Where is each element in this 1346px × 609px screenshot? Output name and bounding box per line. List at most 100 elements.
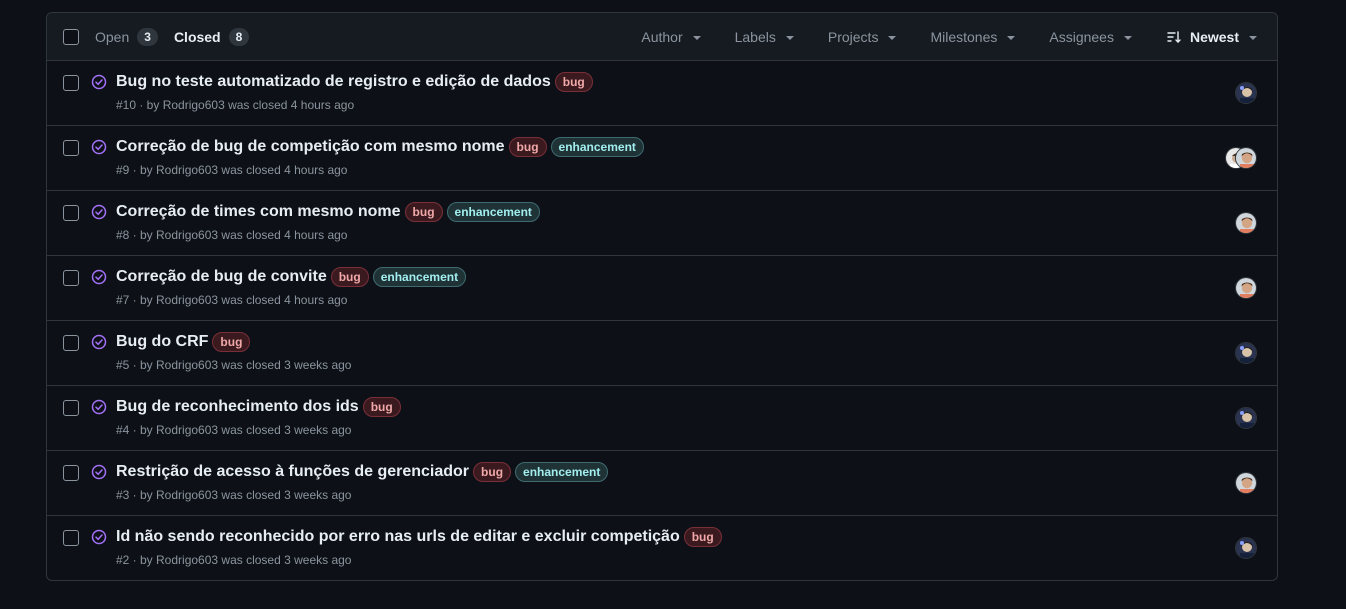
issue-row[interactable]: Correção de times com mesmo nome bug enha…	[47, 191, 1277, 256]
issue-main: Correção de times com mesmo nome bug enha…	[116, 202, 1197, 242]
label-enhancement[interactable]: enhancement	[446, 202, 540, 222]
issue-checkbox[interactable]	[63, 465, 79, 481]
issue-row[interactable]: Id não sendo reconhecido por erro nas ur…	[47, 516, 1277, 580]
open-tab-label: Open	[95, 28, 130, 45]
issue-title[interactable]: Correção de bug de competição com mesmo …	[116, 138, 505, 156]
issue-title-line: Bug do CRF bug	[116, 332, 1197, 352]
issue-meta: #9 · by Rodrigo603 was closed 4 hours ag…	[116, 163, 348, 177]
issue-main: Bug de reconhecimento dos ids bug #4 · b…	[116, 397, 1197, 437]
issue-closed-icon	[91, 334, 107, 350]
assignee-avatar[interactable]	[1235, 537, 1257, 559]
chevron-down-icon	[692, 35, 701, 40]
issue-meta: #7 · by Rodrigo603 was closed 4 hours ag…	[116, 293, 348, 307]
label-bug[interactable]: bug	[473, 462, 512, 482]
assignees	[1235, 537, 1257, 559]
assignee-avatar[interactable]	[1235, 212, 1257, 234]
issue-closed-icon	[91, 399, 107, 415]
issue-meta: #10 · by Rodrigo603 was closed 4 hours a…	[116, 98, 355, 112]
issue-main: Restrição de acesso à funções de gerenci…	[116, 462, 1197, 502]
issue-title[interactable]: Bug no teste automatizado de registro e …	[116, 73, 551, 91]
label-enhancement[interactable]: enhancement	[515, 462, 609, 482]
issue-closed-icon	[91, 74, 107, 90]
open-tab[interactable]: Open 3	[95, 27, 158, 46]
issue-meta: #8 · by Rodrigo603 was closed 4 hours ag…	[116, 228, 348, 242]
issue-checkbox[interactable]	[63, 140, 79, 156]
issue-row[interactable]: Bug de reconhecimento dos ids bug #4 · b…	[47, 386, 1277, 451]
issue-list: Bug no teste automatizado de registro e …	[47, 61, 1277, 580]
assignees	[1235, 342, 1257, 364]
assignee-avatar[interactable]	[1235, 82, 1257, 104]
assignees	[1235, 212, 1257, 234]
issue-checkbox[interactable]	[63, 335, 79, 351]
milestones-filter[interactable]: Milestones	[930, 29, 1016, 45]
label-bug[interactable]: bug	[404, 202, 443, 222]
sort-dropdown[interactable]: Newest	[1166, 29, 1257, 45]
issue-row[interactable]: Bug no teste automatizado de registro e …	[47, 61, 1277, 126]
assignees-filter[interactable]: Assignees	[1049, 29, 1132, 45]
assignee-avatar[interactable]	[1235, 342, 1257, 364]
label-bug[interactable]: bug	[554, 72, 593, 92]
issue-main: Id não sendo reconhecido por erro nas ur…	[116, 527, 1197, 567]
issue-row[interactable]: Correção de bug de competição com mesmo …	[47, 126, 1277, 191]
assignees	[1235, 407, 1257, 429]
issue-checkbox[interactable]	[63, 270, 79, 286]
select-all-checkbox[interactable]	[63, 28, 79, 45]
label-enhancement[interactable]: enhancement	[372, 267, 467, 287]
issue-title-line: Bug no teste automatizado de registro e …	[116, 72, 1197, 92]
sort-desc-icon	[1166, 29, 1182, 45]
issue-title[interactable]: Correção de bug de convite	[116, 268, 327, 286]
issue-closed-icon	[91, 464, 107, 480]
issue-title-line: Correção de bug de convite bug enhancemen…	[116, 267, 1197, 287]
issue-title-line: Restrição de acesso à funções de gerenci…	[116, 462, 1197, 482]
issue-meta: #4 · by Rodrigo603 was closed 3 weeks ag…	[116, 423, 352, 437]
issue-title[interactable]: Correção de times com mesmo nome	[116, 203, 401, 221]
assignees	[1235, 472, 1257, 494]
assignees	[1225, 147, 1257, 169]
issue-checkbox[interactable]	[63, 75, 79, 91]
closed-tab-label: Closed	[173, 28, 221, 45]
issue-title[interactable]: Bug de reconhecimento dos ids	[116, 398, 359, 416]
issue-checkbox[interactable]	[63, 205, 79, 221]
labels-filter-label: Labels	[734, 29, 776, 45]
filter-bar: Author Labels Projects Milestones Assign…	[607, 13, 1257, 61]
projects-filter[interactable]: Projects	[828, 29, 897, 45]
issue-title[interactable]: Id não sendo reconhecido por erro nas ur…	[116, 528, 680, 546]
state-tabs: Open 3 Closed 8	[95, 27, 265, 46]
assignee-avatar[interactable]	[1235, 147, 1257, 169]
milestones-filter-label: Milestones	[930, 29, 998, 45]
issue-checkbox[interactable]	[63, 530, 79, 546]
issue-title[interactable]: Bug do CRF	[116, 333, 208, 351]
chevron-down-icon	[1007, 35, 1016, 40]
assignee-avatar[interactable]	[1235, 277, 1257, 299]
label-enhancement[interactable]: enhancement	[550, 137, 644, 157]
closed-tab[interactable]: Closed 8	[173, 27, 250, 46]
chevron-down-icon	[1249, 35, 1257, 40]
label-bug[interactable]: bug	[683, 527, 722, 547]
issue-row[interactable]: Restrição de acesso à funções de gerenci…	[47, 451, 1277, 516]
label-bug[interactable]: bug	[508, 137, 547, 157]
assignee-avatar[interactable]	[1235, 407, 1257, 429]
label-bug[interactable]: bug	[362, 397, 401, 417]
issue-closed-icon	[91, 269, 107, 285]
issue-main: Correção de bug de convite bug enhancemen…	[116, 267, 1197, 307]
issue-meta: #5 · by Rodrigo603 was closed 3 weeks ag…	[116, 358, 352, 372]
issue-row[interactable]: Bug do CRF bug #5 · by Rodrigo603 was cl…	[47, 321, 1277, 386]
author-filter-label: Author	[641, 29, 683, 45]
author-filter[interactable]: Author	[641, 29, 701, 45]
issue-title-line: Correção de times com mesmo nome bug enha…	[116, 202, 1197, 222]
issue-closed-icon	[91, 529, 107, 545]
issue-title[interactable]: Restrição de acesso à funções de gerenci…	[116, 463, 469, 481]
issue-main: Correção de bug de competição com mesmo …	[116, 137, 1197, 177]
assignees	[1235, 277, 1257, 299]
issue-row[interactable]: Correção de bug de convite bug enhancemen…	[47, 256, 1277, 321]
label-bug[interactable]: bug	[212, 332, 251, 352]
issue-meta: #3 · by Rodrigo603 was closed 3 weeks ag…	[116, 488, 352, 502]
assignee-avatar[interactable]	[1235, 472, 1257, 494]
open-count: 3	[137, 27, 158, 46]
labels-filter[interactable]: Labels	[735, 29, 794, 45]
issue-main: Bug do CRF bug #5 · by Rodrigo603 was cl…	[116, 332, 1197, 372]
label-bug[interactable]: bug	[330, 267, 369, 287]
chevron-down-icon	[1123, 35, 1132, 40]
assignees	[1235, 82, 1257, 104]
issue-checkbox[interactable]	[63, 400, 79, 416]
